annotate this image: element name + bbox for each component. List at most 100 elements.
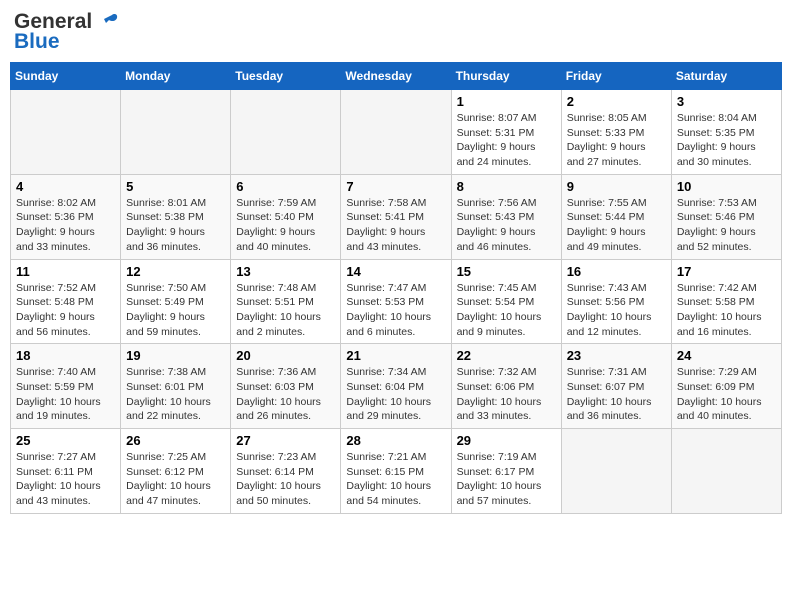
calendar-cell: 8 Sunrise: 7:56 AM Sunset: 5:43 PM Daylig… [451,174,561,259]
calendar-cell: 15 Sunrise: 7:45 AM Sunset: 5:54 PM Dayli… [451,259,561,344]
day-of-week-saturday: Saturday [671,63,781,90]
day-number: 2 [567,94,666,109]
day-number: 23 [567,348,666,363]
day-info: Sunrise: 7:40 AM Sunset: 5:59 PM Dayligh… [16,366,101,422]
calendar-cell: 1 Sunrise: 8:07 AM Sunset: 5:31 PM Daylig… [451,90,561,175]
calendar-cell: 22 Sunrise: 7:32 AM Sunset: 6:06 PM Dayli… [451,344,561,429]
logo: General Blue [14,10,118,54]
calendar-cell: 6 Sunrise: 7:59 AM Sunset: 5:40 PM Daylig… [231,174,341,259]
calendar-cell: 21 Sunrise: 7:34 AM Sunset: 6:04 PM Dayli… [341,344,451,429]
day-number: 8 [457,179,556,194]
day-info: Sunrise: 7:53 AM Sunset: 5:46 PM Dayligh… [677,197,757,253]
calendar-cell: 27 Sunrise: 7:23 AM Sunset: 6:14 PM Dayli… [231,429,341,514]
day-number: 28 [346,433,445,448]
day-info: Sunrise: 7:25 AM Sunset: 6:12 PM Dayligh… [126,451,211,507]
logo-blue-text: Blue [14,30,60,54]
calendar-cell: 28 Sunrise: 7:21 AM Sunset: 6:15 PM Dayli… [341,429,451,514]
day-number: 9 [567,179,666,194]
day-number: 22 [457,348,556,363]
day-info: Sunrise: 7:42 AM Sunset: 5:58 PM Dayligh… [677,282,762,338]
day-number: 25 [16,433,115,448]
day-info: Sunrise: 7:21 AM Sunset: 6:15 PM Dayligh… [346,451,431,507]
calendar-cell: 20 Sunrise: 7:36 AM Sunset: 6:03 PM Dayli… [231,344,341,429]
calendar-cell: 19 Sunrise: 7:38 AM Sunset: 6:01 PM Dayli… [121,344,231,429]
day-number: 21 [346,348,445,363]
day-number: 11 [16,264,115,279]
day-info: Sunrise: 7:36 AM Sunset: 6:03 PM Dayligh… [236,366,321,422]
calendar-cell: 23 Sunrise: 7:31 AM Sunset: 6:07 PM Dayli… [561,344,671,429]
day-info: Sunrise: 7:47 AM Sunset: 5:53 PM Dayligh… [346,282,431,338]
calendar-cell: 5 Sunrise: 8:01 AM Sunset: 5:38 PM Daylig… [121,174,231,259]
calendar-cell [341,90,451,175]
day-info: Sunrise: 7:48 AM Sunset: 5:51 PM Dayligh… [236,282,321,338]
calendar-cell [11,90,121,175]
calendar-cell [671,429,781,514]
day-info: Sunrise: 8:07 AM Sunset: 5:31 PM Dayligh… [457,112,537,168]
day-info: Sunrise: 7:32 AM Sunset: 6:06 PM Dayligh… [457,366,542,422]
calendar-cell: 24 Sunrise: 7:29 AM Sunset: 6:09 PM Dayli… [671,344,781,429]
day-info: Sunrise: 7:43 AM Sunset: 5:56 PM Dayligh… [567,282,652,338]
calendar-table: SundayMondayTuesdayWednesdayThursdayFrid… [10,62,782,514]
logo-bird-icon [94,11,118,33]
day-info: Sunrise: 8:01 AM Sunset: 5:38 PM Dayligh… [126,197,206,253]
day-info: Sunrise: 7:23 AM Sunset: 6:14 PM Dayligh… [236,451,321,507]
day-number: 15 [457,264,556,279]
calendar-cell: 9 Sunrise: 7:55 AM Sunset: 5:44 PM Daylig… [561,174,671,259]
day-number: 10 [677,179,776,194]
day-of-week-thursday: Thursday [451,63,561,90]
day-info: Sunrise: 7:34 AM Sunset: 6:04 PM Dayligh… [346,366,431,422]
day-number: 17 [677,264,776,279]
day-number: 14 [346,264,445,279]
day-number: 3 [677,94,776,109]
day-number: 5 [126,179,225,194]
day-info: Sunrise: 7:45 AM Sunset: 5:54 PM Dayligh… [457,282,542,338]
day-info: Sunrise: 7:56 AM Sunset: 5:43 PM Dayligh… [457,197,537,253]
day-number: 29 [457,433,556,448]
day-info: Sunrise: 7:50 AM Sunset: 5:49 PM Dayligh… [126,282,206,338]
calendar-cell: 10 Sunrise: 7:53 AM Sunset: 5:46 PM Dayli… [671,174,781,259]
day-info: Sunrise: 8:02 AM Sunset: 5:36 PM Dayligh… [16,197,96,253]
day-number: 12 [126,264,225,279]
calendar-cell: 4 Sunrise: 8:02 AM Sunset: 5:36 PM Daylig… [11,174,121,259]
day-info: Sunrise: 8:05 AM Sunset: 5:33 PM Dayligh… [567,112,647,168]
day-number: 6 [236,179,335,194]
calendar-cell: 14 Sunrise: 7:47 AM Sunset: 5:53 PM Dayli… [341,259,451,344]
day-info: Sunrise: 7:29 AM Sunset: 6:09 PM Dayligh… [677,366,762,422]
calendar-cell: 7 Sunrise: 7:58 AM Sunset: 5:41 PM Daylig… [341,174,451,259]
day-of-week-monday: Monday [121,63,231,90]
day-info: Sunrise: 7:27 AM Sunset: 6:11 PM Dayligh… [16,451,101,507]
day-number: 19 [126,348,225,363]
day-info: Sunrise: 8:04 AM Sunset: 5:35 PM Dayligh… [677,112,757,168]
day-number: 16 [567,264,666,279]
day-number: 7 [346,179,445,194]
calendar-cell: 13 Sunrise: 7:48 AM Sunset: 5:51 PM Dayli… [231,259,341,344]
calendar-cell: 2 Sunrise: 8:05 AM Sunset: 5:33 PM Daylig… [561,90,671,175]
day-of-week-tuesday: Tuesday [231,63,341,90]
day-number: 18 [16,348,115,363]
day-of-week-sunday: Sunday [11,63,121,90]
day-of-week-wednesday: Wednesday [341,63,451,90]
day-number: 20 [236,348,335,363]
day-number: 27 [236,433,335,448]
calendar-cell: 11 Sunrise: 7:52 AM Sunset: 5:48 PM Dayli… [11,259,121,344]
calendar-cell: 17 Sunrise: 7:42 AM Sunset: 5:58 PM Dayli… [671,259,781,344]
calendar-cell: 3 Sunrise: 8:04 AM Sunset: 5:35 PM Daylig… [671,90,781,175]
calendar-cell [231,90,341,175]
calendar-cell: 26 Sunrise: 7:25 AM Sunset: 6:12 PM Dayli… [121,429,231,514]
day-info: Sunrise: 7:38 AM Sunset: 6:01 PM Dayligh… [126,366,211,422]
day-info: Sunrise: 7:19 AM Sunset: 6:17 PM Dayligh… [457,451,542,507]
day-info: Sunrise: 7:55 AM Sunset: 5:44 PM Dayligh… [567,197,647,253]
day-info: Sunrise: 7:59 AM Sunset: 5:40 PM Dayligh… [236,197,316,253]
day-info: Sunrise: 7:58 AM Sunset: 5:41 PM Dayligh… [346,197,426,253]
calendar-cell [561,429,671,514]
calendar-cell: 18 Sunrise: 7:40 AM Sunset: 5:59 PM Dayli… [11,344,121,429]
day-info: Sunrise: 7:31 AM Sunset: 6:07 PM Dayligh… [567,366,652,422]
day-number: 26 [126,433,225,448]
day-number: 24 [677,348,776,363]
day-number: 13 [236,264,335,279]
calendar-cell: 16 Sunrise: 7:43 AM Sunset: 5:56 PM Dayli… [561,259,671,344]
day-number: 1 [457,94,556,109]
day-info: Sunrise: 7:52 AM Sunset: 5:48 PM Dayligh… [16,282,96,338]
day-number: 4 [16,179,115,194]
calendar-cell: 29 Sunrise: 7:19 AM Sunset: 6:17 PM Dayli… [451,429,561,514]
